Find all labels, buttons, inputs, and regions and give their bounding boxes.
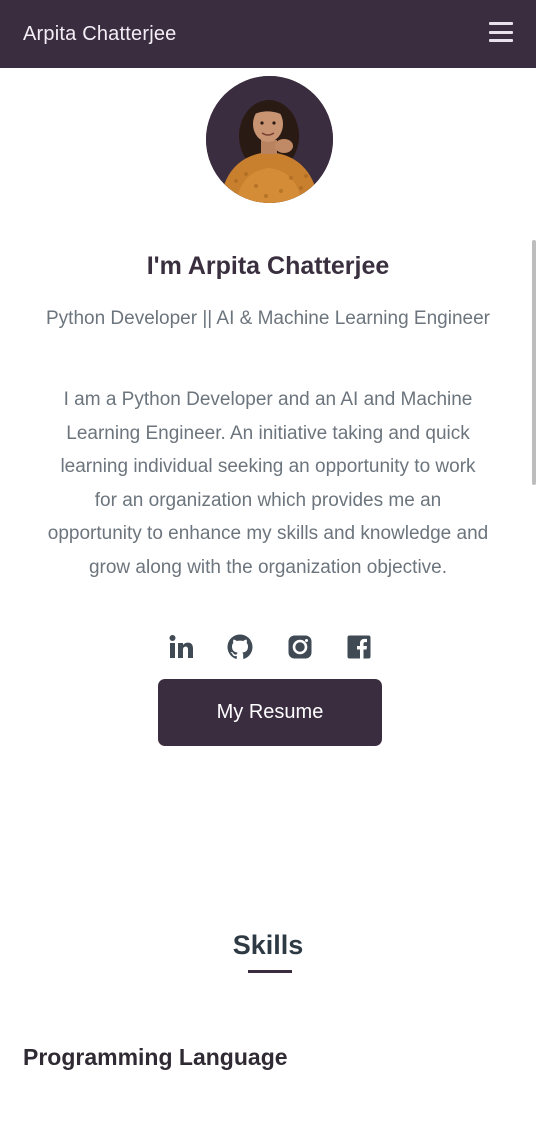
instagram-icon[interactable] — [285, 632, 315, 662]
description-line: grow along with the organization objecti… — [88, 556, 448, 578]
description-line: I am a Python Developer and an AI and Ma… — [63, 389, 473, 410]
description-line: for an organization which provides me an — [94, 489, 442, 511]
brand-name[interactable]: Arpita Chatterjee — [23, 23, 176, 46]
avatar — [206, 76, 333, 203]
linkedin-icon[interactable] — [166, 632, 196, 662]
skill-category-heading: Programming Language — [23, 1044, 288, 1070]
scrollbar[interactable] — [532, 240, 536, 485]
menu-bar — [489, 39, 513, 42]
description-line: Learning Engineer. An initiative taking … — [66, 422, 470, 444]
social-links — [0, 632, 536, 668]
facebook-icon[interactable] — [344, 632, 374, 662]
hamburger-menu-icon[interactable] — [489, 22, 513, 42]
github-icon[interactable] — [225, 632, 255, 662]
menu-bar — [489, 22, 513, 25]
menu-bar — [489, 30, 513, 34]
page: Arpita Chatterjee I'm Arpita Chatterjee … — [0, 0, 536, 1142]
description-line: learning individual seeking an opportuni… — [60, 456, 476, 478]
avatar-portrait — [206, 76, 333, 203]
description-line: opportunity to enhance my skills and kno… — [47, 523, 489, 545]
hero-subtitle: Python Developer || AI & Machine Learnin… — [46, 308, 490, 329]
hero-title: I'm Arpita Chatterjee — [146, 252, 390, 280]
hero-description: I am a Python Developer and an AI and Ma… — [18, 383, 518, 585]
skills-underline — [248, 970, 292, 973]
skills-heading: Skills — [232, 930, 304, 960]
resume-button[interactable]: My Resume — [158, 679, 382, 746]
navbar: Arpita Chatterjee — [0, 0, 536, 68]
